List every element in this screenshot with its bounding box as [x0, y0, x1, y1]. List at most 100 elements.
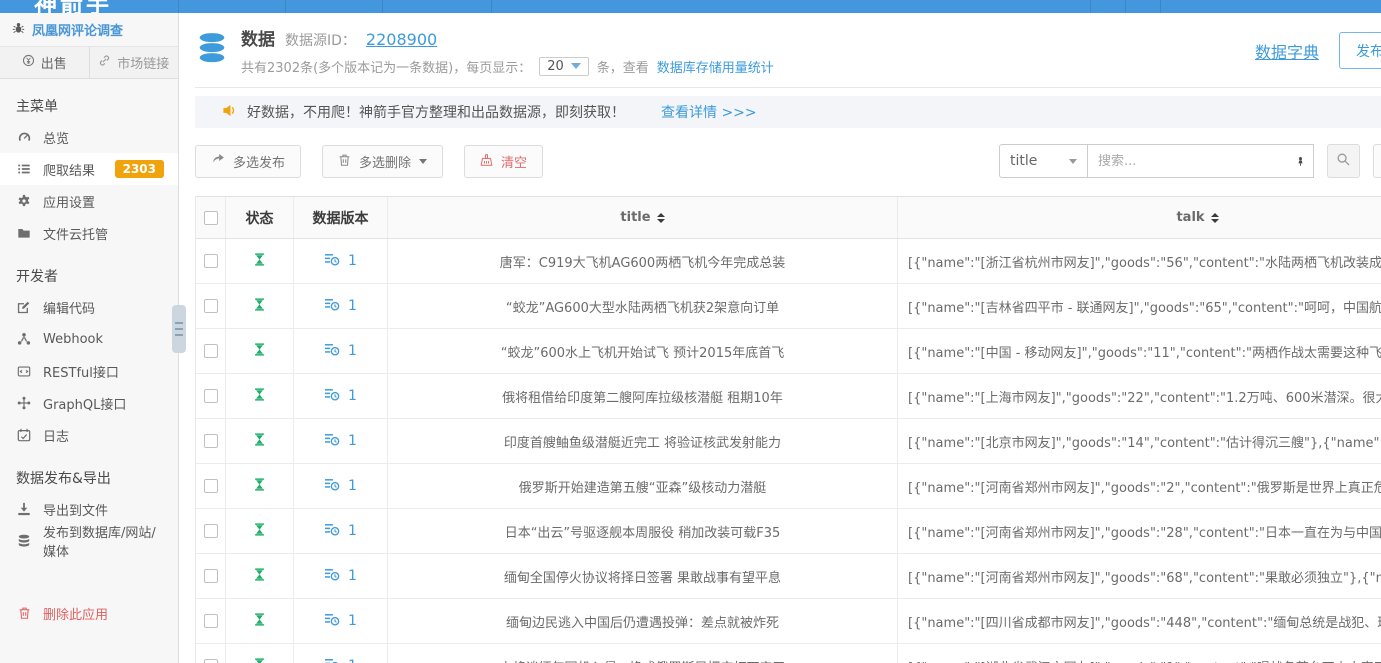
row-checkbox[interactable]: [204, 344, 218, 358]
topbar-divider: [178, 0, 179, 13]
row-talk[interactable]: [{"name":"[北京市网友]","goods":"14","content…: [898, 419, 1381, 463]
section-title: 数据发布&导出: [0, 451, 178, 493]
sidebar: 凤凰网评论调查 出售 市场链接 主菜单 总览 爬取结果 2303 应用设置: [0, 13, 179, 663]
hourglass-icon: [253, 657, 266, 663]
row-title[interactable]: 俄罗斯开始建造第五艘“亚森”级核动力潜艇: [388, 464, 898, 508]
topbar-divider: [1125, 0, 1126, 13]
publish-data-button[interactable]: 发布数据: [1339, 32, 1381, 69]
row-title[interactable]: 唐军：C919大飞机AG600两栖飞机今年完成总装: [388, 239, 898, 283]
sidebar-item[interactable]: RESTful接口: [0, 355, 178, 387]
row-talk[interactable]: [{"name":"[中国 - 移动网友]","goods":"11","con…: [898, 329, 1381, 373]
row-title[interactable]: “蛟龙”600水上飞机开始试飞 预计2015年底首飞: [388, 329, 898, 373]
sidebar-item[interactable]: 日志: [0, 419, 178, 451]
gauge-icon: [16, 130, 32, 144]
row-talk[interactable]: [{"name":"[河南省郑州市网友]","goods":"68","cont…: [898, 554, 1381, 598]
row-version-cell[interactable]: 1: [294, 644, 388, 663]
row-title[interactable]: 印度首艘鲉鱼级潜艇近完工 将验证核武发射能力: [388, 419, 898, 463]
row-title[interactable]: 日本“出云”号驱逐舰本周服役 稍加改装可载F35: [388, 509, 898, 553]
row-version-cell[interactable]: 1: [294, 599, 388, 643]
history-icon: [324, 252, 340, 271]
row-talk[interactable]: [{"name":"[湖北省武汉市网友]","goods":"1","conte…: [898, 644, 1381, 663]
row-title[interactable]: 缅甸全国停火协议将择日签署 果敢战事有望平息: [388, 554, 898, 598]
trash-icon: [16, 606, 32, 620]
row-talk[interactable]: [{"name":"[浙江省杭州市网友]","goods":"56","cont…: [898, 239, 1381, 283]
section-title: 开发者: [0, 249, 178, 291]
tab-sell[interactable]: 出售: [0, 47, 89, 78]
row-talk[interactable]: [{"name":"[吉林省四平市 - 联通网友]","goods":"65",…: [898, 284, 1381, 328]
search-button[interactable]: [1327, 144, 1360, 178]
row-title[interactable]: 少将谈缅甸军机入侵：换成俄罗斯早把它打下来了: [388, 644, 898, 663]
column-header-title[interactable]: title: [388, 197, 898, 238]
row-version-cell[interactable]: 1: [294, 554, 388, 598]
history-icon: [324, 432, 340, 451]
row-checkbox[interactable]: [204, 524, 218, 538]
app-name: 凤凰网评论调查: [32, 20, 123, 39]
storage-stats-link[interactable]: 数据库存储用量统计: [657, 57, 774, 76]
sidebar-section: 开发者 编辑代码 Webhook RESTful接口 GraphQL接口 日志: [0, 249, 178, 451]
search-field-value: title: [1010, 153, 1037, 169]
tab-market-link[interactable]: 市场链接: [89, 47, 179, 78]
row-version-cell[interactable]: 1: [294, 284, 388, 328]
sidebar-item[interactable]: 导出到文件: [0, 493, 178, 525]
topbar-divider: [285, 0, 286, 13]
table-row: 1 日本“出云”号驱逐舰本周服役 稍加改装可载F35 [{"name":"[河南…: [196, 509, 1381, 554]
search-field-select[interactable]: title: [999, 144, 1088, 178]
select-all-checkbox[interactable]: [204, 211, 218, 225]
row-title[interactable]: “蛟龙”AG600大型水陆两栖飞机获2架意向订单: [388, 284, 898, 328]
row-talk[interactable]: [{"name":"[河南省郑州市网友]","goods":"28","cont…: [898, 509, 1381, 553]
row-checkbox[interactable]: [204, 434, 218, 448]
notice-detail-link[interactable]: 查看详情 >>>: [661, 102, 757, 122]
multi-publish-button[interactable]: 多选发布: [195, 145, 301, 178]
share-icon: [211, 153, 225, 169]
sidebar-item[interactable]: GraphQL接口: [0, 387, 178, 419]
sidebar-item[interactable]: 编辑代码: [0, 291, 178, 323]
search-input[interactable]: [1088, 154, 1278, 169]
row-version-cell[interactable]: 1: [294, 509, 388, 553]
row-checkbox[interactable]: [204, 479, 218, 493]
row-status-cell: [226, 599, 294, 643]
row-version-cell[interactable]: 1: [294, 239, 388, 283]
row-checkbox[interactable]: [204, 569, 218, 583]
row-title[interactable]: 俄将租借给印度第二艘阿库拉级核潜艇 租期10年: [388, 374, 898, 418]
tab-sell-label: 出售: [41, 53, 67, 72]
sidebar-item[interactable]: 发布到数据库/网站/媒体: [0, 525, 178, 557]
row-status-cell: [226, 329, 294, 373]
row-talk[interactable]: [{"name":"[上海市网友]","goods":"22","content…: [898, 374, 1381, 418]
app-selector[interactable]: 凤凰网评论调查: [0, 13, 178, 46]
sidebar-item[interactable]: 文件云托管: [0, 217, 178, 249]
row-checkbox[interactable]: [204, 659, 218, 663]
data-dictionary-link[interactable]: 数据字典: [1255, 39, 1319, 63]
row-version-cell[interactable]: 1: [294, 329, 388, 373]
row-talk[interactable]: [{"name":"[四川省成都市网友]","goods":"448","con…: [898, 599, 1381, 643]
version-count: 1: [348, 298, 357, 314]
row-checkbox[interactable]: [204, 299, 218, 313]
topbar-divider: [491, 0, 492, 13]
section-items: 总览 爬取结果 2303 应用设置 文件云托管: [0, 121, 178, 249]
data-table: 状态 数据版本 title talk 1 唐军：C919大飞机AG600两栖飞机…: [195, 196, 1381, 663]
clear-all-button[interactable]: 清空: [464, 145, 543, 178]
sidebar-sections: 主菜单 总览 爬取结果 2303 应用设置 文件云托管 开发者 编辑代码 Web…: [0, 79, 178, 557]
publish-icon: [16, 534, 32, 548]
row-talk[interactable]: [{"name":"[河南省郑州市网友]","goods":"2","conte…: [898, 464, 1381, 508]
column-header-talk[interactable]: talk: [898, 197, 1381, 238]
sidebar-item[interactable]: 应用设置: [0, 185, 178, 217]
more-button-partial[interactable]: [1373, 144, 1381, 178]
sidebar-collapse-handle[interactable]: [172, 305, 186, 353]
sidebar-item[interactable]: 爬取结果 2303: [0, 153, 178, 185]
source-id-link[interactable]: 2208900: [366, 30, 437, 49]
row-title[interactable]: 缅甸边民逃入中国后仍遭遇投弹：差点就被炸死: [388, 599, 898, 643]
row-checkbox[interactable]: [204, 389, 218, 403]
row-checkbox[interactable]: [204, 254, 218, 268]
table-row: 1 “蛟龙”AG600大型水陆两栖飞机获2架意向订单 [{"name":"[吉林…: [196, 284, 1381, 329]
sidebar-item[interactable]: 总览: [0, 121, 178, 153]
row-version-cell[interactable]: 1: [294, 419, 388, 463]
page-size-select[interactable]: 20: [539, 57, 589, 76]
sidebar-item[interactable]: Webhook: [0, 323, 178, 355]
row-checkbox[interactable]: [204, 614, 218, 628]
toolbar: 多选发布 多选删除 清空 title: [195, 144, 1381, 178]
row-version-cell[interactable]: 1: [294, 464, 388, 508]
sidebar-item-delete-app[interactable]: 删除此应用: [0, 597, 178, 629]
row-version-cell[interactable]: 1: [294, 374, 388, 418]
row-status-cell: [226, 554, 294, 598]
multi-delete-button[interactable]: 多选删除: [322, 145, 443, 178]
